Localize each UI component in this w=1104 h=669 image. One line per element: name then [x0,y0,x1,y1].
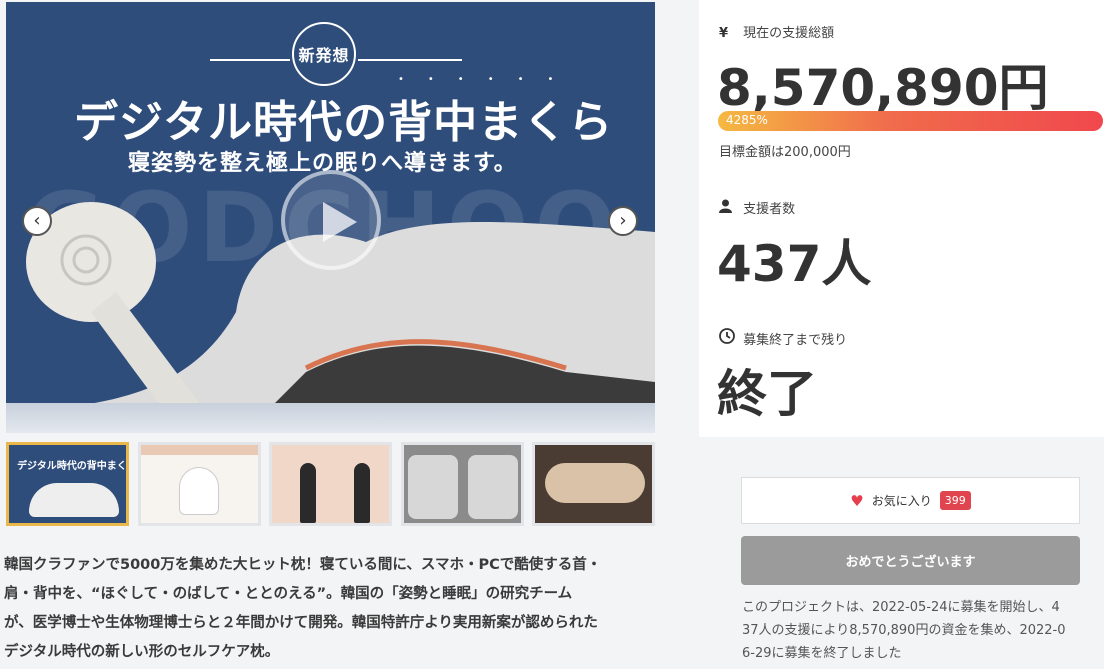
summary-line: 37人の支援により8,570,890円の資金を集め、2022-0 [742,623,1066,638]
description-line: 肩・背中を、“ほぐして・のばして・ととのえる”。韓国の「姿勢と睡眠」の研究チーム [4,586,573,602]
supporters-value: 437人 [717,235,872,293]
thumbnail-graphic [300,463,316,523]
hero-title: デジタル時代の背中まくら [74,97,614,148]
thumbnail-5[interactable] [532,442,655,526]
summary-line: このプロジェクトは、2022-05-24に募集を開始し、4 [742,600,1060,615]
supporters-label: 支援者数 [719,198,795,217]
badge-line-left [210,59,290,61]
yen-icon: ¥ [719,26,729,41]
emphasis-dots: •••••• [398,74,578,85]
goal-amount: 目標金額は200,000円 [719,145,851,160]
project-page: GODCHOO 新発想 •••••• デジタル時代の背中まくら 寝姿勢を整え極上… [0,0,1104,669]
total-amount-value: 8,570,890円 [717,59,1049,117]
thumbnail-graphic [545,463,645,503]
favorite-button[interactable]: ♥ お気に入り 399 [741,477,1080,524]
congrats-button[interactable]: おめでとうございます [741,536,1080,585]
project-summary: このプロジェクトは、2022-05-24に募集を開始し、4 37人の支援により8… [742,596,1082,665]
badge-text: 新発想 [298,46,350,65]
remaining-label: 募集終了まで残り [719,328,847,348]
heart-icon: ♥ [850,491,864,510]
favorite-count-badge: 399 [939,491,971,510]
description-line: デジタル時代の新しい形のセルフケア枕。 [4,644,280,660]
user-icon [719,199,739,217]
progress-percent: 4285% [726,113,768,127]
thumbnail-4[interactable] [400,442,524,526]
new-idea-badge: 新発想 [292,22,356,86]
remaining-value: 終了 [717,365,817,423]
user-icon-shape [719,199,732,213]
description-line: 韓国クラファンで5000万を集めた大ヒット枕！寝ている間に、スマホ・PCで酷使す… [4,557,602,573]
main-image[interactable]: GODCHOO 新発想 •••••• デジタル時代の背中まくら 寝姿勢を整え極上… [6,2,655,433]
summary-line: 6-29に募集を終了しました [742,646,902,661]
chevron-left-icon[interactable]: ‹ [22,206,52,236]
thumbnail-graphic [407,455,458,519]
thumbnail-1[interactable]: デジタル時代の背中まくら [6,442,129,526]
total-amount-label: ¥ 現在の支援総額 [719,22,834,41]
thumbnail-strip: デジタル時代の背中まくら [6,442,655,526]
funding-progress-bar: 4285% [718,111,1103,131]
project-description: 韓国クラファンで5000万を集めた大ヒット枕！寝ている間に、スマホ・PCで酷使す… [4,551,662,667]
remaining-label-text: 募集終了まで残り [743,333,848,348]
thumbnail-3[interactable] [269,442,392,526]
thumbnail-graphic [178,467,219,515]
hero-floor [6,403,655,433]
description-line: が、医学博士や生体物理博士らと２年間かけて開発。韓国特許庁より実用新案が認められ… [4,615,598,631]
play-icon[interactable] [281,170,381,270]
chevron-right-icon[interactable]: › [608,206,638,236]
thumbnail-2[interactable] [137,442,261,526]
total-amount-label-text: 現在の支援総額 [743,26,835,41]
clock-icon-shape [719,328,735,344]
clock-icon [719,328,739,348]
supporters-label-text: 支援者数 [743,202,796,217]
thumbnail-caption: デジタル時代の背中まくら [17,461,129,472]
favorite-label: お気に入り [871,494,932,508]
thumbnail-graphic [467,455,518,519]
thumbnail-graphic [140,445,258,455]
thumbnail-graphic [29,483,119,517]
badge-line-right [358,59,462,61]
thumbnail-graphic [354,463,370,523]
stats-panel: ¥ 現在の支援総額 8,570,890円 4285% 目標金額は200,000円… [699,0,1104,437]
